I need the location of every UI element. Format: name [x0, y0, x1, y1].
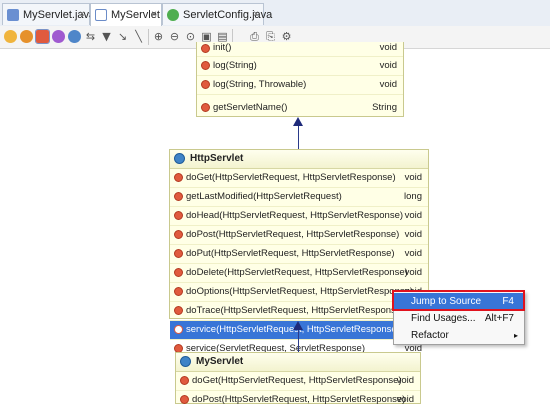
method-row[interactable]: doGet(HttpServletRequest, HttpServletRes… [170, 169, 428, 188]
class-header: MyServlet [176, 353, 420, 372]
close-icon[interactable]: × [151, 4, 157, 26]
tab-myservlet-diagram[interactable]: MyServlet × [90, 3, 162, 26]
method-row[interactable]: doPost(HttpServletRequest, HttpServletRe… [176, 391, 420, 409]
method-return-type: void [404, 172, 422, 183]
method-return-type: void [396, 375, 414, 386]
menu-item-refactor[interactable]: Refactor ▸ [394, 327, 524, 344]
method-icon [174, 249, 183, 258]
method-signature: log(String, Throwable) [213, 79, 307, 90]
method-signature: doPost(HttpServletRequest, HttpServletRe… [186, 229, 400, 240]
close-icon[interactable]: × [79, 4, 85, 26]
method-return-type: void [379, 60, 397, 71]
method-icon [201, 61, 210, 70]
method-icon [201, 103, 210, 112]
toolbar-separator [148, 29, 149, 45]
method-return-type: void [404, 210, 422, 221]
class-title: MyServlet [196, 356, 244, 367]
method-return-type: long [404, 191, 422, 202]
method-row[interactable]: doTrace(HttpServletRequest, HttpServletR… [170, 302, 428, 321]
class-header: HttpServlet [170, 150, 428, 169]
method-signature: log(String) [213, 60, 257, 71]
method-row[interactable]: getServletName() String [197, 99, 403, 117]
editor-tab-bar: MyServlet.java × MyServlet × ServletConf… [0, 0, 550, 27]
method-row[interactable]: log(String, Throwable) void [197, 76, 403, 95]
method-return-type: String [372, 102, 397, 113]
layout-icon[interactable]: ↘ [116, 30, 129, 43]
class-title: HttpServlet [190, 153, 244, 164]
class-icon [180, 356, 191, 367]
inner-classes-icon[interactable] [68, 30, 81, 43]
method-icon [174, 192, 183, 201]
link-icon[interactable]: ╲ [132, 30, 145, 43]
method-signature: doPost(HttpServletRequest, HttpServletRe… [192, 394, 406, 405]
filter-icon[interactable]: ▼ [100, 30, 113, 43]
myservlet-class-box[interactable]: MyServlet doGet(HttpServletRequest, Http… [175, 352, 421, 405]
method-row[interactable]: doPost(HttpServletRequest, HttpServletRe… [170, 226, 428, 245]
menu-item-label: Find Usages... [411, 313, 476, 324]
method-return-type: void [396, 394, 414, 405]
method-row[interactable]: doOptions(HttpServletRequest, HttpServle… [170, 283, 428, 302]
method-signature: getServletName() [213, 102, 288, 113]
fields-icon[interactable] [4, 30, 17, 43]
submenu-arrow-icon: ▸ [513, 331, 518, 340]
properties-icon[interactable] [52, 30, 65, 43]
method-row[interactable]: doPut(HttpServletRequest, HttpServletRes… [170, 245, 428, 264]
annotation-highlight-frame [392, 290, 525, 311]
method-signature: doHead(HttpServletRequest, HttpServletRe… [186, 210, 404, 221]
httpservlet-class-box[interactable]: HttpServlet doGet(HttpServletRequest, Ht… [169, 149, 429, 354]
java-file-icon [7, 9, 19, 21]
method-icon [174, 287, 183, 296]
methods-icon[interactable] [35, 29, 50, 44]
method-icon [174, 173, 183, 182]
method-signature: doGet(HttpServletRequest, HttpServletRes… [192, 375, 402, 386]
inheritance-arrow-line [298, 330, 299, 352]
method-signature: getLastModified(HttpServletRequest) [186, 191, 342, 202]
constructors-icon[interactable] [20, 30, 33, 43]
inheritance-arrow-head [293, 321, 303, 330]
method-row[interactable]: doHead(HttpServletRequest, HttpServletRe… [170, 207, 428, 226]
method-icon [174, 230, 183, 239]
menu-item-find-usages[interactable]: Find Usages... Alt+F7 [394, 310, 524, 327]
method-icon [174, 325, 183, 334]
method-icon [201, 80, 210, 89]
method-icon [201, 44, 210, 53]
method-icon [174, 306, 183, 315]
menu-item-label: Refactor [411, 330, 449, 341]
close-icon[interactable]: × [253, 4, 259, 26]
zoom-in-icon[interactable]: ⊕ [152, 30, 165, 43]
method-row[interactable]: log(String) void [197, 57, 403, 76]
method-signature: doDelete(HttpServletRequest, HttpServlet… [186, 267, 408, 278]
method-return-type: void [404, 248, 422, 259]
method-icon [174, 268, 183, 277]
method-row[interactable]: doDelete(HttpServletRequest, HttpServlet… [170, 264, 428, 283]
tab-servletconfig-java[interactable]: ServletConfig.java × [162, 3, 272, 26]
method-signature: doTrace(HttpServletRequest, HttpServletR… [186, 305, 405, 316]
method-signature: init() [213, 42, 232, 53]
method-return-type: void [404, 267, 422, 278]
method-return-type: void [404, 229, 422, 240]
method-return-type: void [379, 79, 397, 90]
zoom-out-icon[interactable]: ⊖ [168, 30, 181, 43]
java-interface-icon [167, 9, 179, 21]
method-icon [174, 211, 183, 220]
method-icon [180, 376, 189, 385]
method-row[interactable]: getLastModified(HttpServletRequest) long [170, 188, 428, 207]
method-return-type: void [379, 42, 397, 53]
diagram-icon [95, 9, 107, 21]
menu-item-shortcut: Alt+F7 [484, 313, 514, 324]
inheritance-arrow-head [293, 117, 303, 126]
class-icon [174, 153, 185, 164]
dependencies-icon[interactable]: ⇆ [84, 30, 97, 43]
method-signature: doGet(HttpServletRequest, HttpServletRes… [186, 172, 396, 183]
method-row[interactable]: doGet(HttpServletRequest, HttpServletRes… [176, 372, 420, 391]
method-signature: doPut(HttpServletRequest, HttpServletRes… [186, 248, 395, 259]
method-signature: doOptions(HttpServletRequest, HttpServle… [186, 286, 414, 297]
method-row[interactable]: init() void [197, 42, 403, 57]
tab-myservlet-java[interactable]: MyServlet.java × [2, 3, 95, 26]
servlet-class-box-last-row: getServletName() String [196, 99, 404, 117]
method-icon [180, 395, 189, 404]
